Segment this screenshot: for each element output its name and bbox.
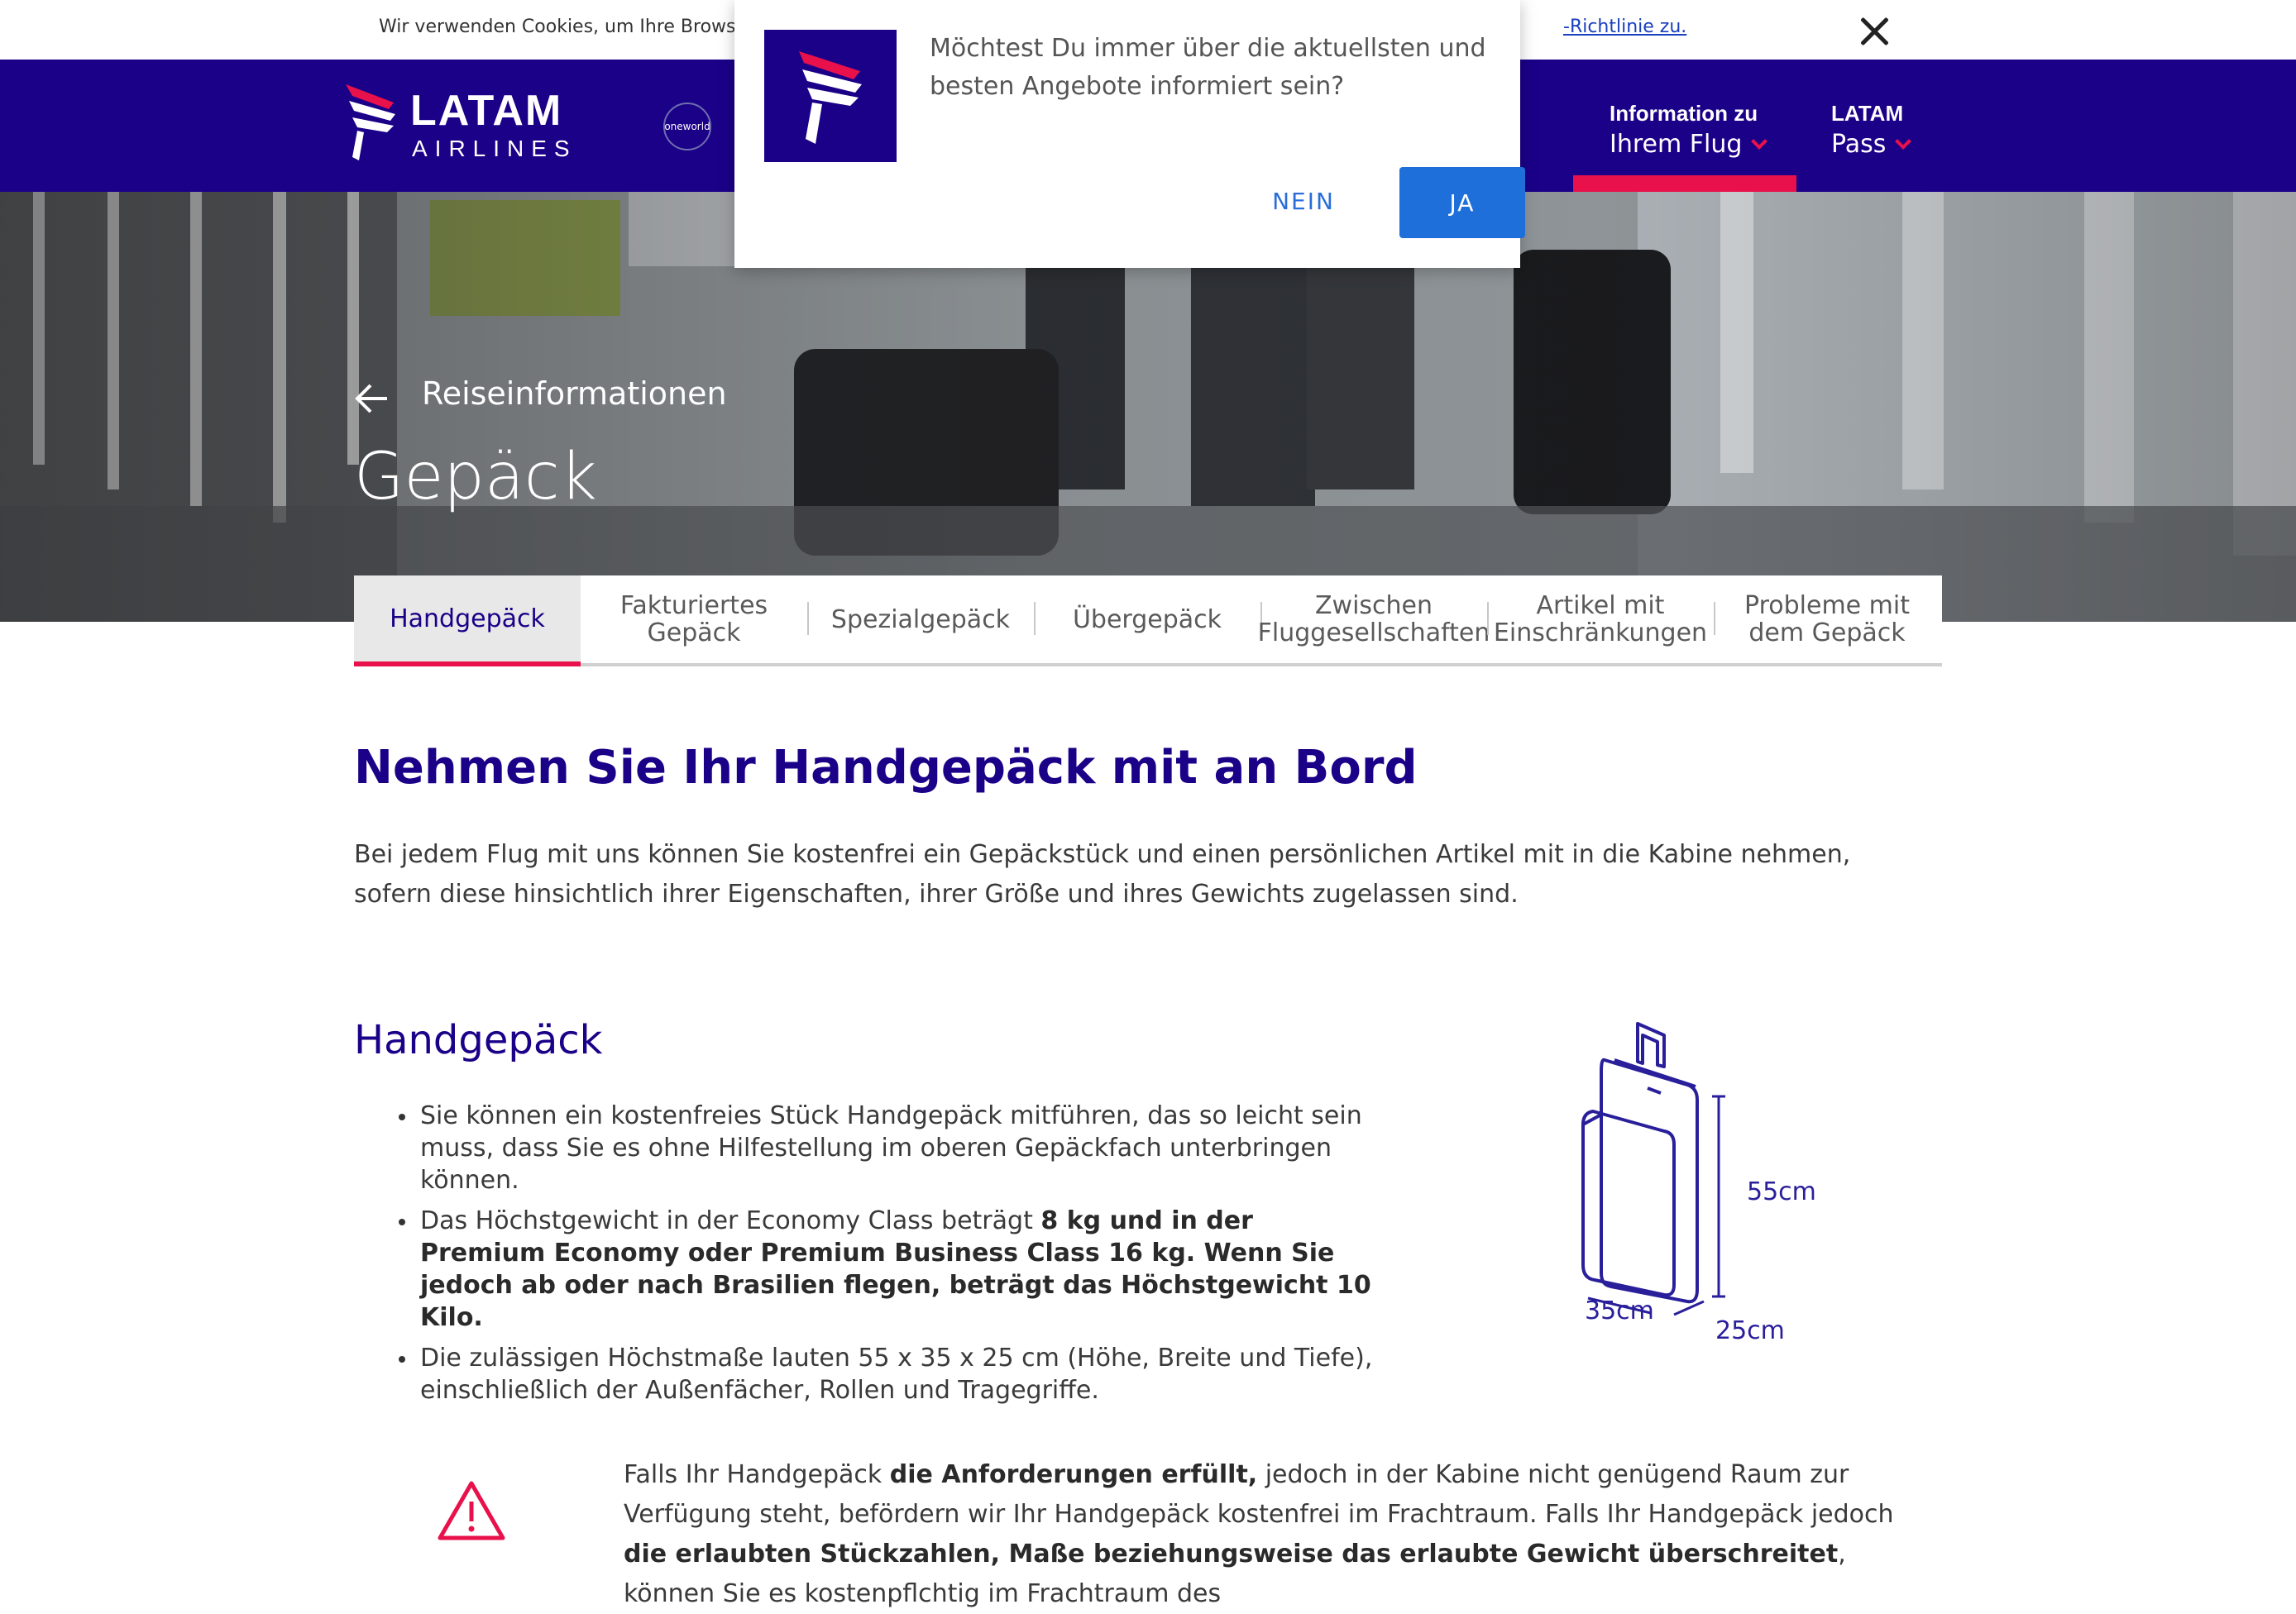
latam-logo[interactable]: LATAM AIRLINES — [346, 84, 619, 167]
carry-on-rules: Sie können ein kostenfreies Stück Handge… — [389, 1100, 1381, 1415]
page-title: Gepäck — [354, 440, 597, 514]
cookie-text: Wir verwenden Cookies, um Ihre Browser- — [379, 17, 760, 37]
warning-text: Falls Ihr Handgepäck — [624, 1460, 890, 1489]
nav-flight-info-bottom-row: Ihrem Flug — [1610, 130, 1768, 159]
cookie-policy-link[interactable]: -Richtlinie zu. — [1563, 17, 1686, 37]
tab-artikel-mit-einschraenkungen[interactable]: Artikel mit Einschränkungen — [1487, 575, 1714, 663]
tab-uebergepaeck[interactable]: Übergepäck — [1034, 575, 1260, 663]
chevron-down-icon — [1751, 133, 1768, 150]
rule-text: Das Höchstgewicht in der Economy Class b… — [420, 1206, 1041, 1235]
intro-paragraph: Bei jedem Flug mit uns können Sie kosten… — [354, 840, 1851, 909]
latam-logo-icon — [346, 84, 395, 160]
tab-fakturiertes-gepaeck[interactable]: Fakturiertes Gepäck — [581, 575, 807, 663]
nav-flight-info[interactable]: Information zu Ihrem Flug — [1610, 101, 1768, 159]
tab-spezialgepaeck[interactable]: Spezialgepäck — [807, 575, 1034, 663]
section-heading: Nehmen Sie Ihr Handgepäck mit an Bord — [354, 741, 1418, 795]
notification-prompt: Möchtest Du immer über die aktuellsten u… — [734, 0, 1525, 268]
logo-subtitle: AIRLINES — [412, 136, 577, 161]
decline-button[interactable]: NEIN — [1254, 165, 1353, 236]
tab-zwischen-fluggesellschaften[interactable]: Zwischen Fluggesellschaften — [1258, 575, 1490, 663]
oneworld-logo: oneworld — [663, 103, 711, 150]
nav-active-indicator — [1573, 175, 1796, 192]
baggage-tabs: Handgepäck Fakturiertes Gepäck Spezialge… — [354, 575, 1942, 666]
rule-item: Das Höchstgewicht in der Economy Class b… — [389, 1205, 1381, 1334]
rule-item: Sie können ein kostenfreies Stück Handge… — [389, 1100, 1381, 1196]
warning-icon — [438, 1481, 505, 1540]
nav-flight-info-top: Information zu — [1610, 101, 1758, 126]
dimension-width: 35cm — [1585, 1296, 1654, 1325]
prompt-message: Möchtest Du immer über die aktuellsten u… — [930, 34, 1486, 101]
warning-emphasis: die erlaubten Stückzahlen, Maße beziehun… — [624, 1540, 1839, 1569]
nav-latam-pass-bottom-row: Pass — [1831, 130, 1912, 159]
dimension-height: 55cm — [1747, 1177, 1816, 1206]
nav-latam-pass[interactable]: LATAM Pass — [1831, 101, 1912, 159]
arrow-left-icon[interactable] — [354, 380, 390, 417]
nav-flight-info-bottom: Ihrem Flug — [1610, 130, 1743, 159]
logo-wordmark: LATAM — [410, 87, 563, 135]
tab-handgepaeck[interactable]: Handgepäck — [354, 575, 581, 666]
nav-latam-pass-top: LATAM — [1831, 101, 1904, 126]
nav-latam-pass-bottom: Pass — [1831, 130, 1887, 159]
tab-probleme-mit-dem-gepaeck[interactable]: Probleme mit dem Gepäck — [1714, 575, 1940, 663]
close-icon[interactable] — [1853, 12, 1896, 51]
rule-item: Die zulässigen Höchstmaße lauten 55 x 35… — [389, 1342, 1381, 1406]
breadcrumb[interactable]: Reiseinformationen — [422, 375, 727, 412]
warning-emphasis: die Anforderungen erfüllt, — [889, 1460, 1258, 1489]
accept-button[interactable]: JA — [1399, 167, 1525, 238]
latam-logo-icon — [799, 51, 862, 144]
latam-app-logo — [764, 30, 897, 162]
subsection-heading: Handgepäck — [354, 1017, 603, 1063]
chevron-down-icon — [1895, 133, 1912, 150]
warning-paragraph: Falls Ihr Handgepäck die Anforderungen e… — [624, 1455, 1930, 1614]
dimension-depth: 25cm — [1715, 1316, 1785, 1345]
suitcase-dimensions-illustration: 55cm 35cm 25cm — [1571, 1017, 1836, 1348]
